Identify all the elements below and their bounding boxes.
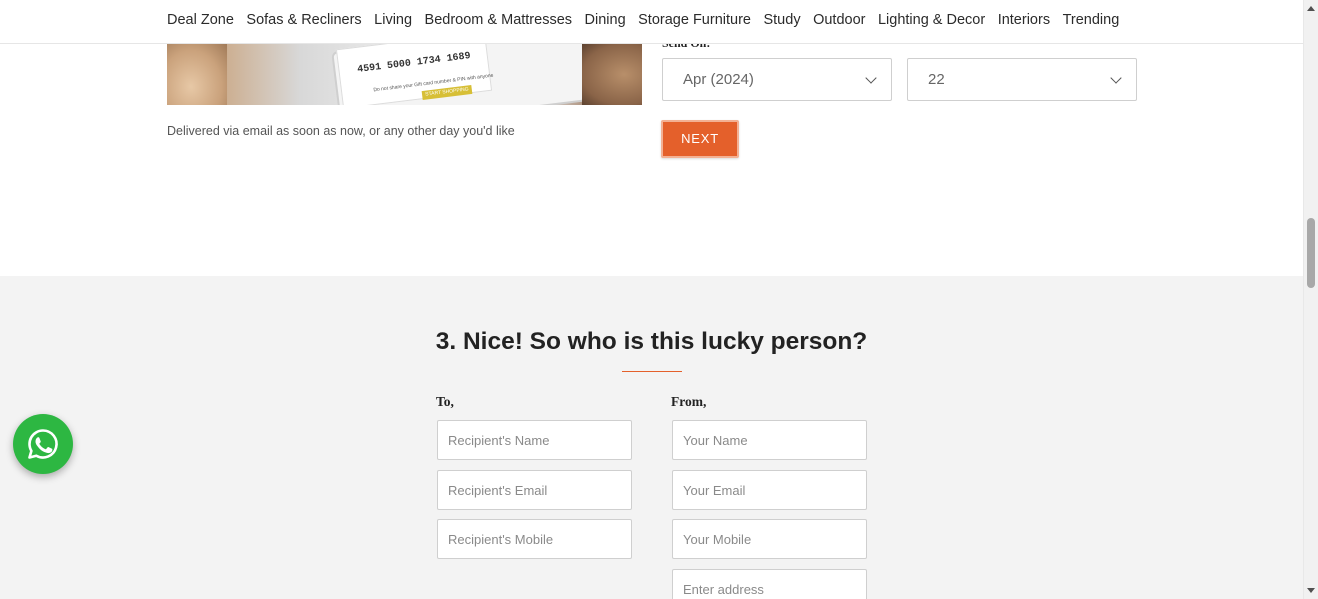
day-select-value: 22 — [928, 71, 945, 88]
from-label: From, — [671, 394, 707, 409]
section-title: 3. Nice! So who is this lucky person? — [435, 328, 868, 355]
your-email-input[interactable] — [672, 470, 867, 510]
your-mobile-input[interactable] — [672, 519, 867, 559]
recipient-section: 3. Nice! So who is this lucky person? To… — [0, 276, 1303, 599]
nav-item-bedroom-mattresses[interactable]: Bedroom & Mattresses — [425, 11, 572, 29]
nav-item-outdoor[interactable]: Outdoor — [813, 11, 865, 29]
recipient-mobile-input[interactable] — [437, 519, 632, 559]
address-input[interactable] — [672, 569, 867, 599]
top-navigation: Deal Zone Sofas & Recliners Living Bedro… — [0, 0, 1303, 44]
nav-item-trending[interactable]: Trending — [1063, 11, 1120, 29]
nav-menu: Deal Zone Sofas & Recliners Living Bedro… — [167, 11, 1132, 29]
title-divider — [622, 371, 682, 372]
nav-item-living[interactable]: Living — [374, 11, 412, 29]
to-label: To, — [436, 394, 454, 409]
whatsapp-button[interactable] — [13, 414, 73, 474]
nav-item-storage-furniture[interactable]: Storage Furniture — [638, 11, 751, 29]
delivery-date-section: 4591 5000 1734 1689 Do not share your Gi… — [0, 44, 1303, 276]
recipient-email-input[interactable] — [437, 470, 632, 510]
nav-item-study[interactable]: Study — [763, 11, 800, 29]
scrollbar-thumb[interactable] — [1307, 218, 1315, 288]
delivery-info-text: Delivered via email as soon as now, or a… — [167, 124, 515, 138]
next-button[interactable]: NEXT — [661, 120, 739, 158]
nav-item-dining[interactable]: Dining — [585, 11, 626, 29]
day-select[interactable]: 22 — [907, 58, 1137, 101]
scroll-up-arrow-icon[interactable] — [1307, 6, 1315, 11]
chevron-down-icon — [1110, 72, 1122, 84]
month-select[interactable]: Apr (2024) — [662, 58, 892, 101]
page-scrollbar[interactable] — [1303, 0, 1318, 599]
gift-card-image: 4591 5000 1734 1689 Do not share your Gi… — [167, 44, 642, 105]
nav-item-lighting-decor[interactable]: Lighting & Decor — [878, 11, 985, 29]
whatsapp-icon — [28, 429, 58, 459]
recipient-name-input[interactable] — [437, 420, 632, 460]
your-name-input[interactable] — [672, 420, 867, 460]
month-select-value: Apr (2024) — [683, 71, 754, 88]
chevron-down-icon — [865, 72, 877, 84]
nav-item-interiors[interactable]: Interiors — [998, 11, 1050, 29]
nav-item-sofas-recliners[interactable]: Sofas & Recliners — [246, 11, 361, 29]
scroll-down-arrow-icon[interactable] — [1307, 588, 1315, 593]
nav-item-deal-zone[interactable]: Deal Zone — [167, 11, 234, 29]
